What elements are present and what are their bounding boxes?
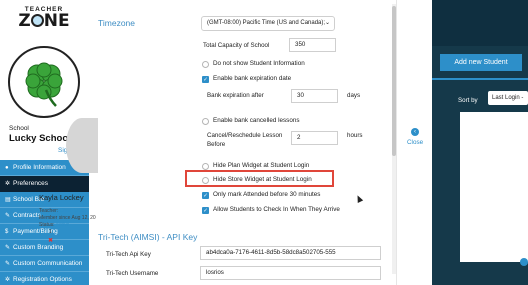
student-list-panel: Add new Student Sort by Last Login -	[432, 0, 528, 285]
bank-after-unit: days	[347, 92, 361, 99]
student-count: 1	[49, 229, 52, 235]
sidebar-item-custom-communication[interactable]: ✎ Custom Communication	[0, 256, 89, 272]
student-member-since: Member since Aug 12, 20	[39, 215, 96, 221]
cancel-label-line1: Cancel/Reschedule Lesson	[207, 132, 283, 139]
api-key-label: Tri-Tech Api Key	[106, 251, 151, 258]
bank-after-input[interactable]: 30	[291, 89, 338, 103]
globe-icon	[30, 14, 44, 27]
clover-icon	[25, 62, 63, 107]
user-icon: ●	[5, 165, 9, 171]
right-panel-header	[432, 0, 528, 46]
hide-plan-label: Hide Plan Widget at Student Login	[213, 162, 310, 169]
cancel-label-line2: Before	[207, 141, 226, 148]
close-icon[interactable]: ✖	[48, 237, 53, 244]
student-name: Kayla Lockey	[39, 193, 84, 202]
school-label: School	[9, 125, 29, 132]
sidebar-item-custom-branding[interactable]: ✎ Custom Branding	[0, 240, 89, 256]
close-button[interactable]: Close	[407, 139, 423, 146]
logo-main-text: Z NE	[18, 11, 70, 31]
student-card[interactable]	[460, 112, 528, 262]
checkin-checkbox[interactable]: ✓	[202, 207, 209, 214]
bank-cancelled-checkbox[interactable]	[202, 118, 209, 125]
attended-label: Only mark Attended before 30 minutes	[213, 191, 321, 198]
add-new-student-button[interactable]: Add new Student	[440, 54, 522, 71]
student-teacher: Teacher: Chris Bates	[39, 208, 86, 214]
school-name: Lucky School	[9, 133, 71, 144]
preferences-panel: Timezone (GMT-08:00) Pacific Time (US an…	[89, 0, 396, 285]
school-avatar	[8, 46, 80, 118]
bank-expiration-label: Enable bank expiration date	[213, 75, 292, 82]
right-panel-divider	[432, 78, 528, 80]
username-label: Tri-Tech Username	[106, 270, 159, 277]
bank-expiration-checkbox[interactable]: ✓	[202, 76, 209, 83]
highlight-box	[185, 170, 334, 187]
gear-icon: ✲	[5, 181, 11, 187]
pencil-icon: ✎	[5, 213, 11, 219]
capacity-label: Total Capacity of School	[203, 42, 270, 49]
student-photo	[66, 118, 98, 173]
screen: TEACHER ZNE School Lucky School Sign out…	[0, 0, 528, 285]
sort-by-label: Sort by	[458, 97, 478, 104]
teacher-link[interactable]: Chris Bates	[60, 208, 86, 214]
sidebar-item-registration-options[interactable]: ✲ Registration Options	[0, 272, 89, 285]
username-input[interactable]: losrios	[200, 266, 381, 280]
student-info-checkbox[interactable]	[202, 61, 209, 68]
attended-checkbox[interactable]: ✓	[202, 192, 209, 199]
timezone-select[interactable]: (GMT-08:00) Pacific Time (US and Canada)…	[201, 16, 335, 31]
bank-cancelled-label: Enable bank cancelled lessons	[213, 117, 300, 124]
sort-select[interactable]: Last Login -	[488, 91, 528, 105]
checkin-label: Allow Students to Check In When They Arr…	[213, 206, 340, 213]
teacherzone-logo[interactable]: TEACHER Z NE	[14, 6, 74, 34]
capacity-input[interactable]: 350	[289, 38, 336, 52]
cancel-input[interactable]: 2	[291, 131, 338, 145]
cancel-unit: hours	[347, 132, 363, 139]
chevron-down-icon: ⌄	[324, 20, 330, 26]
card-action-icon[interactable]	[520, 258, 528, 266]
dollar-icon: $	[5, 229, 9, 235]
api-key-input[interactable]: ab4dca0a-7176-4611-8d5b-58dc8a502705-555	[200, 246, 381, 260]
hide-plan-checkbox[interactable]	[202, 163, 209, 170]
student-info-label: Do not show Student Information	[213, 60, 305, 67]
pencil-icon: ✎	[5, 261, 11, 267]
timezone-title: Timezone	[98, 18, 136, 28]
document-icon: ▤	[5, 197, 11, 203]
sidebar-item-preferences[interactable]: ✲ Preferences	[0, 176, 89, 192]
bank-after-label: Bank expiration after	[207, 92, 264, 99]
chevron-left-icon[interactable]: ‹	[411, 128, 419, 136]
api-title: Tri-Tech (AIMSI) - API Key	[98, 232, 198, 242]
pencil-icon: ✎	[5, 245, 11, 251]
student-status: Status: Active	[39, 222, 70, 228]
gear-icon: ✲	[5, 277, 11, 283]
